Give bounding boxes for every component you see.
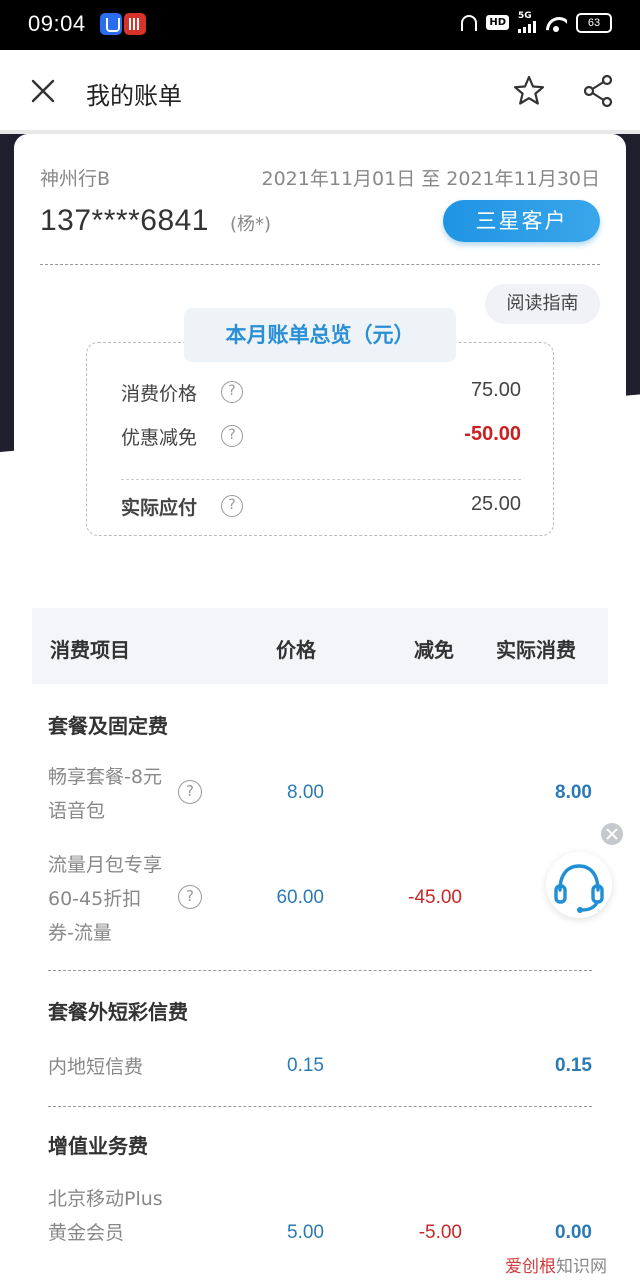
summary-label: 优惠减免 bbox=[121, 427, 198, 449]
watermark-brand: 爱创根 bbox=[505, 1257, 556, 1277]
column-header-item: 消费项目 bbox=[50, 638, 130, 662]
summary-label: 实际应付 bbox=[121, 497, 198, 519]
summary-title: 本月账单总览（元） bbox=[184, 308, 456, 362]
carrier-name: 神州行B bbox=[40, 168, 111, 190]
status-time: 09:04 bbox=[28, 11, 86, 36]
watermark-suffix: 知识网 bbox=[556, 1257, 607, 1277]
network-type: 5G bbox=[518, 11, 532, 21]
bill-card: 神州行B 2021年11月01日 至 2021年11月30日 137****68… bbox=[14, 134, 626, 1284]
summary-value: -50.00 bbox=[464, 423, 521, 445]
customer-tier-badge[interactable]: 三星客户 bbox=[443, 200, 600, 242]
page-title: 我的账单 bbox=[86, 82, 182, 110]
column-header-discount: 减免 bbox=[414, 638, 454, 662]
headset-icon bbox=[461, 14, 478, 31]
phone-number: 137****6841 bbox=[40, 204, 209, 237]
section-title: 增值业务费 bbox=[48, 1134, 148, 1158]
column-header-actual: 实际消费 bbox=[496, 638, 576, 662]
hd-badge: HD bbox=[486, 15, 509, 30]
share-icon[interactable] bbox=[582, 74, 614, 108]
app-notification-icon-2 bbox=[124, 13, 146, 35]
item-actual: 0.15 bbox=[555, 1055, 592, 1076]
item-name: 畅享套餐-8元语音包 bbox=[48, 766, 162, 822]
summary-row-consumption: 消费价格 ? 75.00 bbox=[121, 379, 521, 409]
help-icon[interactable]: ? bbox=[221, 495, 243, 517]
item-actual: 8.00 bbox=[555, 782, 592, 803]
item-name: 流量月包专享60-45折扣券-流量 bbox=[48, 854, 163, 944]
help-icon[interactable]: ? bbox=[221, 381, 243, 403]
divider bbox=[48, 1106, 592, 1107]
help-icon[interactable]: ? bbox=[178, 780, 202, 804]
divider bbox=[48, 970, 592, 971]
summary-value: 75.00 bbox=[470, 379, 521, 401]
watermark: 爱创根知识网 bbox=[505, 1252, 607, 1277]
item-name: 内地短信费 bbox=[48, 1056, 144, 1078]
item-actual: 0.00 bbox=[555, 1222, 592, 1243]
item-price: 5.00 bbox=[287, 1222, 324, 1243]
signal-icon: 5G bbox=[518, 12, 536, 33]
wifi-icon bbox=[545, 14, 567, 32]
close-icon[interactable] bbox=[30, 78, 56, 104]
summary-row-payable: 实际应付 ? 25.00 bbox=[121, 493, 521, 523]
summary-value: 25.00 bbox=[470, 493, 521, 515]
help-icon[interactable]: ? bbox=[178, 885, 202, 909]
bill-summary-box: 消费价格 ? 75.00 优惠减免 ? -50.00 实际应付 ? 25.00 bbox=[86, 342, 554, 536]
help-icon[interactable]: ? bbox=[221, 425, 243, 447]
float-close-icon[interactable] bbox=[601, 823, 623, 845]
customer-service-icon[interactable] bbox=[546, 852, 612, 918]
table-header: 消费项目 价格 减免 实际消费 bbox=[32, 608, 608, 684]
item-price: 60.00 bbox=[276, 887, 324, 908]
status-bar: 09:04 HD 5G 63 bbox=[0, 0, 640, 50]
owner-name: (杨*) bbox=[230, 214, 272, 235]
status-indicators: HD 5G 63 bbox=[461, 12, 612, 33]
item-price: 0.15 bbox=[287, 1055, 324, 1076]
section-title: 套餐及固定费 bbox=[48, 714, 168, 738]
item-price: 8.00 bbox=[287, 782, 324, 803]
column-header-price: 价格 bbox=[276, 638, 316, 662]
headset-icon bbox=[554, 864, 604, 913]
reading-guide-button[interactable]: 阅读指南 bbox=[485, 284, 600, 324]
item-name: 北京移动Plus黄金会员 bbox=[48, 1188, 163, 1244]
app-header: 我的账单 bbox=[0, 50, 640, 132]
section-title: 套餐外短彩信费 bbox=[48, 1000, 188, 1024]
divider bbox=[121, 479, 521, 480]
bill-date-range: 2021年11月01日 至 2021年11月30日 bbox=[261, 168, 601, 190]
app-notification-icon bbox=[100, 13, 122, 35]
battery-icon: 63 bbox=[576, 12, 612, 33]
item-discount: -5.00 bbox=[418, 1222, 462, 1243]
summary-row-discount: 优惠减免 ? -50.00 bbox=[121, 423, 521, 453]
item-discount: -45.00 bbox=[408, 887, 462, 908]
summary-label: 消费价格 bbox=[121, 383, 198, 405]
star-icon[interactable] bbox=[512, 74, 546, 108]
divider bbox=[40, 264, 600, 265]
